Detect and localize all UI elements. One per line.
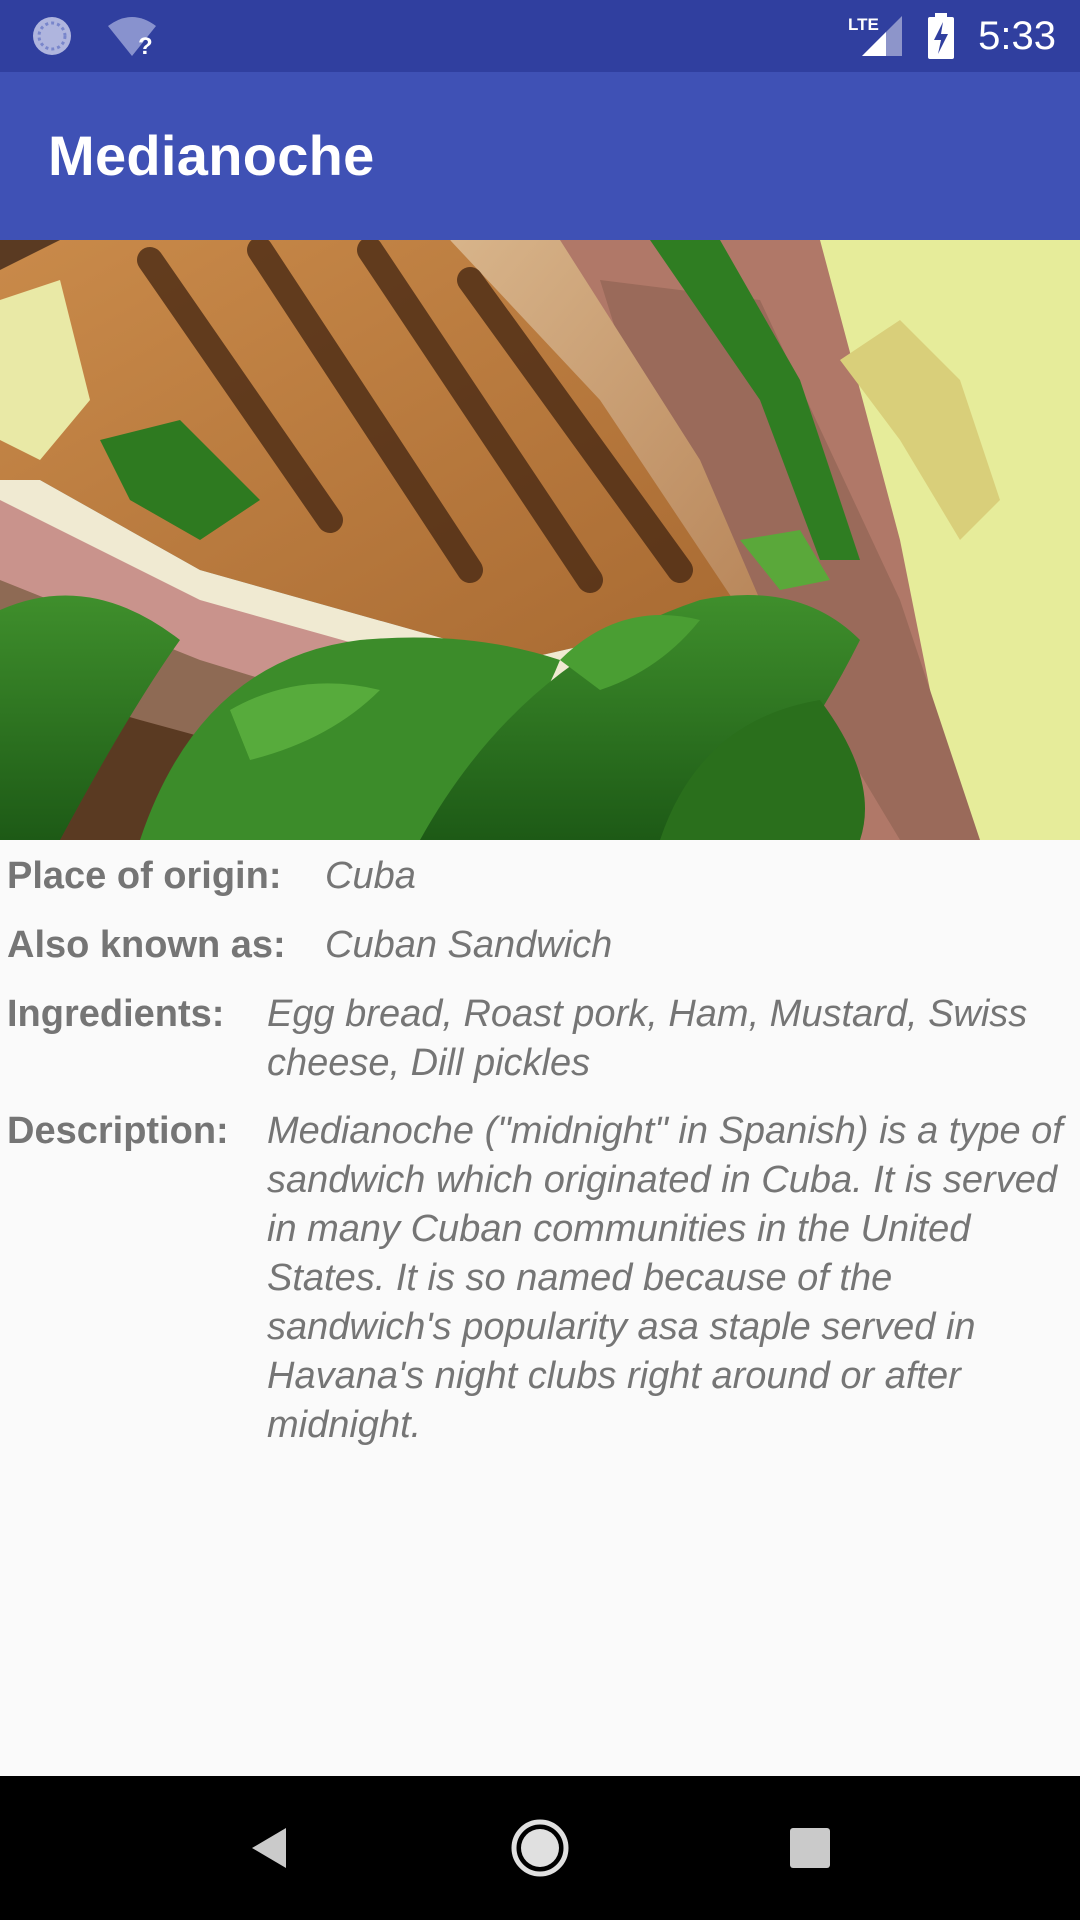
description-label: Description:: [7, 1110, 229, 1152]
app-bar: Medianoche: [0, 72, 1080, 240]
recents-icon: [790, 1828, 830, 1868]
wifi-unknown-icon: ?: [106, 14, 158, 58]
aka-row: Also known as: Cuban Sandwich: [0, 921, 612, 970]
screen: ? LTE 5:33 Medianoche Place of origin: C…: [0, 0, 1080, 1920]
app-title: Medianoche: [48, 124, 375, 187]
origin-row: Place of origin: Cuba: [0, 852, 416, 901]
origin-label: Place of origin:: [7, 855, 282, 897]
aka-value: Cuban Sandwich: [325, 924, 613, 966]
home-button[interactable]: [504, 1812, 576, 1884]
lte-signal-icon: LTE: [848, 12, 904, 60]
sandwich-photo: [0, 240, 1080, 840]
battery-charging-icon: [926, 12, 956, 60]
status-bar: ? LTE 5:33: [0, 0, 1080, 72]
origin-value: Cuba: [325, 855, 416, 897]
status-system: LTE 5:33: [848, 0, 1056, 72]
ingredients-label: Ingredients:: [7, 993, 225, 1035]
network-type-label: LTE: [848, 15, 879, 34]
description-value: Medianoche ("midnight" in Spanish) is a …: [267, 1110, 1063, 1446]
aka-label: Also known as:: [7, 924, 286, 966]
status-time: 5:33: [978, 13, 1056, 58]
ingredients-row: Ingredients: Egg bread, Roast pork, Ham,…: [0, 990, 1075, 1088]
description-row: Description: Medianoche ("midnight" in S…: [0, 1107, 1075, 1450]
back-icon: [252, 1828, 286, 1868]
status-notifications: ?: [30, 12, 158, 60]
svg-text:?: ?: [138, 33, 153, 58]
recents-button[interactable]: [774, 1812, 846, 1884]
home-icon: [511, 1819, 569, 1877]
ingredients-value: Egg bread, Roast pork, Ham, Mustard, Swi…: [267, 993, 1028, 1084]
back-button[interactable]: [234, 1812, 306, 1884]
navigation-bar: [0, 1776, 1080, 1920]
sync-icon: [30, 14, 74, 58]
